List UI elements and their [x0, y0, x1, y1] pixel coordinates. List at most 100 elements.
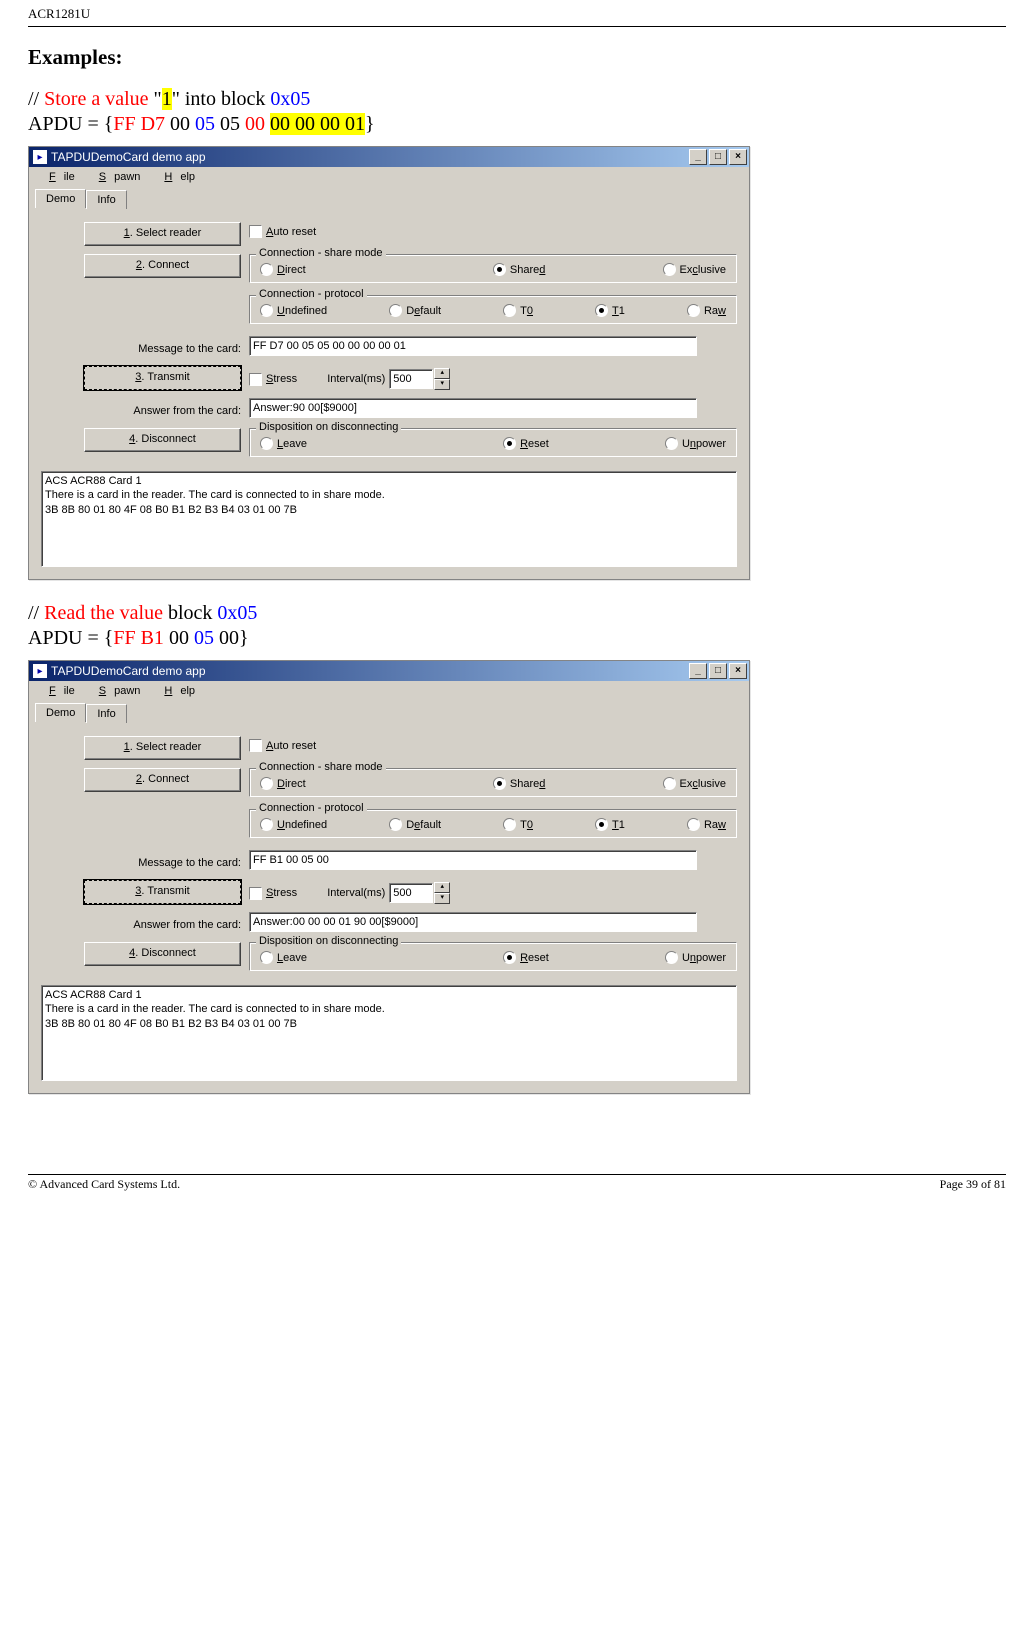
- radio-leave[interactable]: [260, 951, 273, 964]
- menu-help[interactable]: Help: [148, 683, 203, 699]
- radio-undefined-label: Undefined: [277, 819, 327, 831]
- stress-checkbox[interactable]: [249, 887, 262, 900]
- radio-shared-label: Shared: [510, 264, 545, 276]
- tab-demo[interactable]: Demo: [35, 189, 86, 208]
- window-title: TAPDUDemoCard demo app: [51, 150, 689, 164]
- window-title: TAPDUDemoCard demo app: [51, 664, 689, 678]
- radio-exclusive[interactable]: [663, 777, 676, 790]
- auto-reset-label: Auto reset: [266, 226, 316, 238]
- select-reader-button[interactable]: 1. Select reader: [84, 222, 241, 246]
- radio-t1[interactable]: [595, 818, 608, 831]
- page-footer: © Advanced Card Systems Ltd. Page 39 of …: [28, 1174, 1006, 1202]
- select-reader-button[interactable]: 1. Select reader: [84, 736, 241, 760]
- menu-file[interactable]: File: [33, 683, 83, 699]
- example2-comment: // Read the value block 0x05: [28, 602, 1006, 625]
- example1-comment: // Store a value "1" into block 0x05: [28, 88, 1006, 111]
- menu-spawn[interactable]: Spawn: [83, 683, 149, 699]
- radio-t1-label: T1: [612, 305, 625, 317]
- radio-reset[interactable]: [503, 951, 516, 964]
- message-input[interactable]: FF B1 00 05 00: [249, 850, 697, 870]
- minimize-button[interactable]: _: [689, 149, 707, 165]
- app-icon: ▸: [33, 150, 47, 164]
- radio-undefined-label: Undefined: [277, 305, 327, 317]
- menu-spawn[interactable]: Spawn: [83, 169, 149, 185]
- share-mode-label: Connection - share mode: [256, 247, 386, 259]
- transmit-button[interactable]: 3. Transmit: [84, 880, 241, 904]
- log-output: ACS ACR88 Card 1 There is a card in the …: [41, 985, 737, 1081]
- close-button[interactable]: ×: [729, 149, 747, 165]
- tab-info[interactable]: Info: [86, 190, 126, 209]
- radio-leave-label: Leave: [277, 438, 307, 450]
- disconnect-button[interactable]: 4. Disconnect: [84, 428, 241, 452]
- footer-right: Page 39 of 81: [940, 1177, 1006, 1192]
- interval-label: Interval(ms): [327, 373, 385, 385]
- radio-reset-label: Reset: [520, 952, 549, 964]
- radio-leave[interactable]: [260, 437, 273, 450]
- interval-up[interactable]: ▴: [434, 368, 450, 379]
- radio-t0-label: T0: [520, 305, 533, 317]
- disconnect-button[interactable]: 4. Disconnect: [84, 942, 241, 966]
- maximize-button[interactable]: □: [709, 663, 727, 679]
- radio-shared[interactable]: [493, 777, 506, 790]
- radio-direct[interactable]: [260, 777, 273, 790]
- tab-strip: DemoInfo: [35, 189, 743, 208]
- radio-t0[interactable]: [503, 304, 516, 317]
- radio-reset[interactable]: [503, 437, 516, 450]
- radio-unpower-label: Unpower: [682, 438, 726, 450]
- app-window-2: ▸ TAPDUDemoCard demo app _ □ × File Spaw…: [28, 660, 750, 1094]
- radio-default[interactable]: [389, 818, 402, 831]
- protocol-label: Connection - protocol: [256, 288, 367, 300]
- menu-help[interactable]: Help: [148, 169, 203, 185]
- radio-default-label: Default: [406, 305, 441, 317]
- interval-input[interactable]: 500: [389, 883, 433, 903]
- stress-label: Stress: [266, 887, 297, 899]
- disposition-group: Disposition on disconnecting Leave Reset…: [249, 942, 737, 971]
- radio-raw[interactable]: [687, 304, 700, 317]
- connect-button[interactable]: 2. Connect: [84, 768, 241, 792]
- interval-input[interactable]: 500: [389, 369, 433, 389]
- radio-direct-label: Direct: [277, 778, 306, 790]
- radio-undefined[interactable]: [260, 818, 273, 831]
- interval-down[interactable]: ▾: [434, 893, 450, 904]
- radio-shared[interactable]: [493, 263, 506, 276]
- radio-shared-label: Shared: [510, 778, 545, 790]
- footer-left: © Advanced Card Systems Ltd.: [28, 1177, 180, 1192]
- interval-up[interactable]: ▴: [434, 882, 450, 893]
- radio-t0[interactable]: [503, 818, 516, 831]
- radio-direct-label: Direct: [277, 264, 306, 276]
- message-to-label: Message to the card:: [138, 854, 241, 869]
- stress-checkbox[interactable]: [249, 373, 262, 386]
- interval-down[interactable]: ▾: [434, 379, 450, 390]
- doc-header: ACR1281U: [28, 0, 1006, 22]
- radio-exclusive-label: Exclusive: [680, 264, 726, 276]
- radio-unpower[interactable]: [665, 951, 678, 964]
- minimize-button[interactable]: _: [689, 663, 707, 679]
- disposition-group: Disposition on disconnecting Leave Reset…: [249, 428, 737, 457]
- protocol-group: Connection - protocol Undefined Default …: [249, 809, 737, 838]
- radio-direct[interactable]: [260, 263, 273, 276]
- radio-unpower[interactable]: [665, 437, 678, 450]
- connect-button[interactable]: 2. Connect: [84, 254, 241, 278]
- message-to-label: Message to the card:: [138, 340, 241, 355]
- auto-reset-checkbox[interactable]: [249, 225, 262, 238]
- tab-info[interactable]: Info: [86, 704, 126, 723]
- message-input[interactable]: FF D7 00 05 05 00 00 00 00 01: [249, 336, 697, 356]
- close-button[interactable]: ×: [729, 663, 747, 679]
- radio-undefined[interactable]: [260, 304, 273, 317]
- tab-strip: DemoInfo: [35, 703, 743, 722]
- log-output: ACS ACR88 Card 1 There is a card in the …: [41, 471, 737, 567]
- radio-exclusive[interactable]: [663, 263, 676, 276]
- app-icon: ▸: [33, 664, 47, 678]
- titlebar[interactable]: ▸ TAPDUDemoCard demo app _ □ ×: [29, 147, 749, 167]
- radio-default[interactable]: [389, 304, 402, 317]
- radio-t1[interactable]: [595, 304, 608, 317]
- auto-reset-checkbox[interactable]: [249, 739, 262, 752]
- maximize-button[interactable]: □: [709, 149, 727, 165]
- protocol-group: Connection - protocol Undefined Default …: [249, 295, 737, 324]
- radio-raw[interactable]: [687, 818, 700, 831]
- menu-file[interactable]: File: [33, 169, 83, 185]
- titlebar[interactable]: ▸ TAPDUDemoCard demo app _ □ ×: [29, 661, 749, 681]
- tab-demo[interactable]: Demo: [35, 703, 86, 722]
- transmit-button[interactable]: 3. Transmit: [84, 366, 241, 390]
- interval-label: Interval(ms): [327, 887, 385, 899]
